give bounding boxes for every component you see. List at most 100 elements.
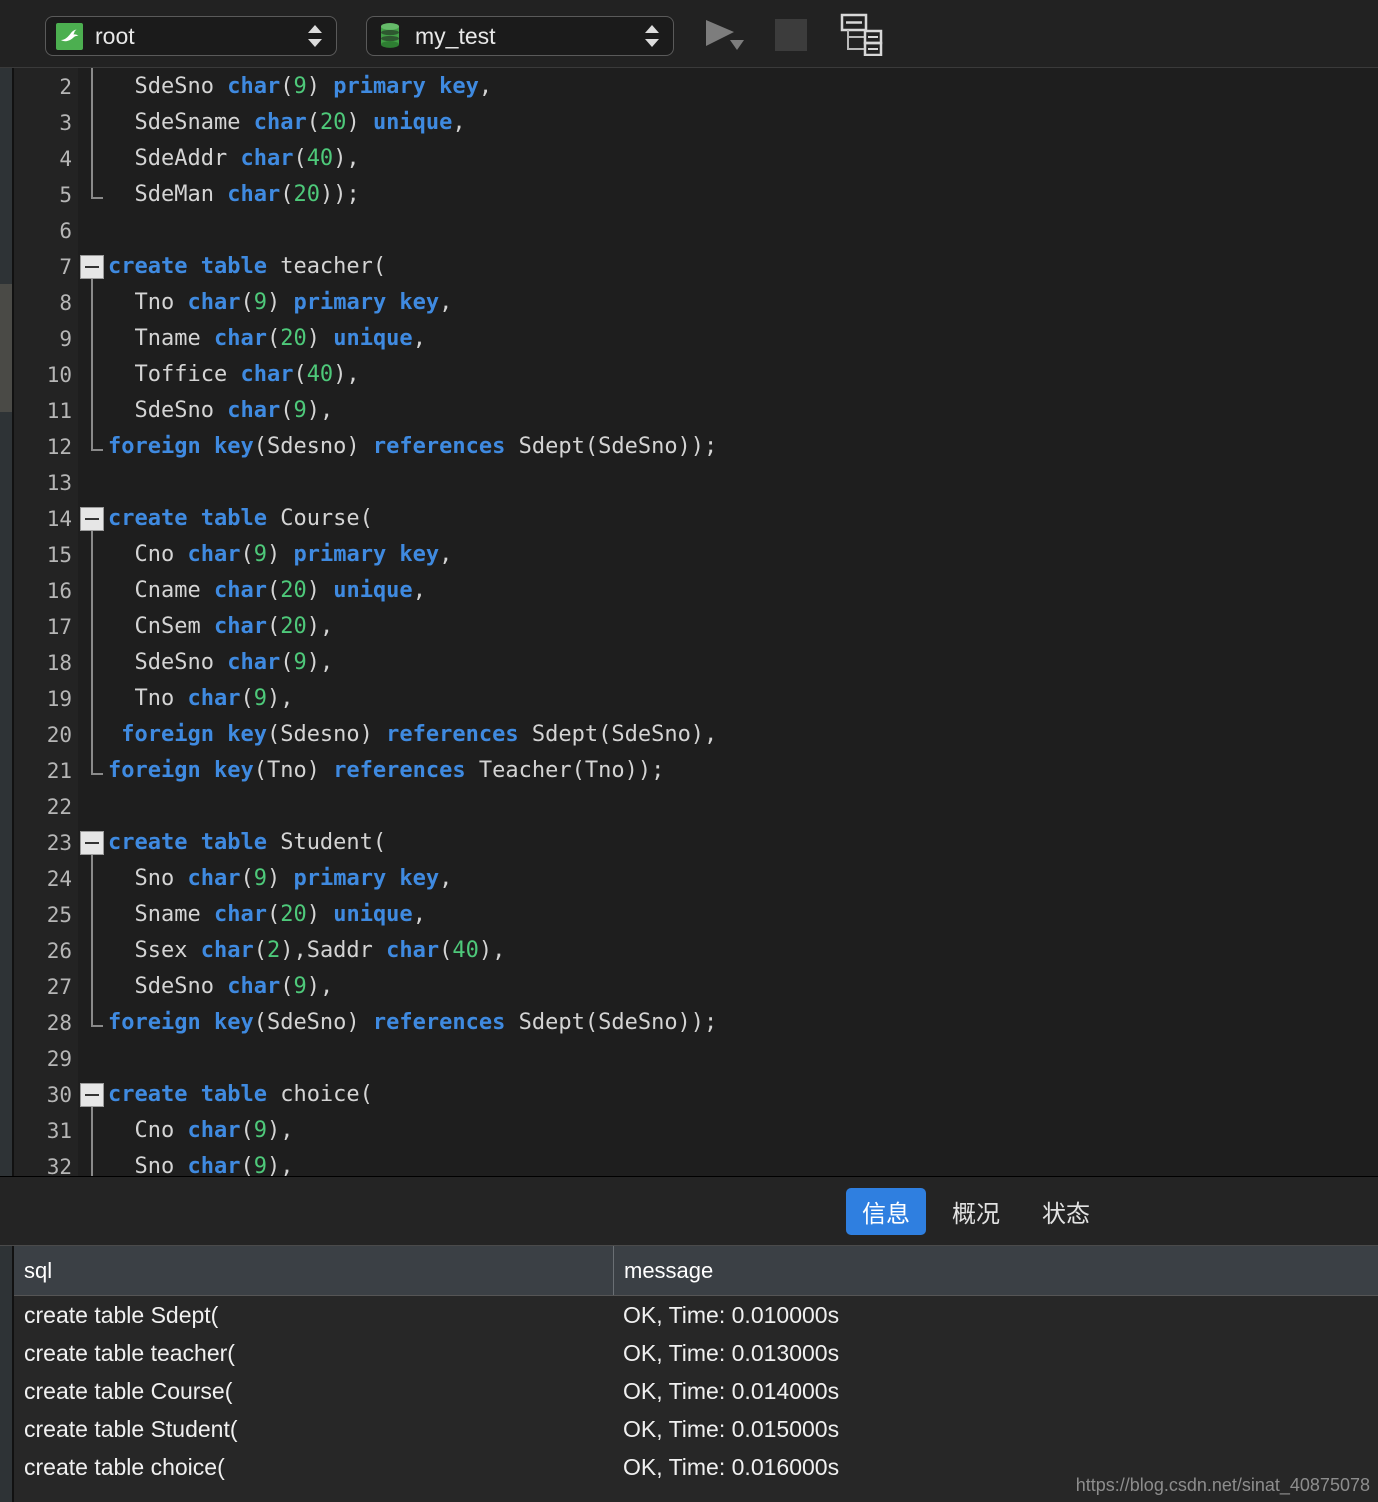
line-number: 30 bbox=[46, 1083, 72, 1107]
code-line[interactable]: Tno char(9), bbox=[108, 681, 293, 717]
editor-gutter: 2 3 4 5 6 7 8 9 10 11 12 13 14 15 16 17 18 19 20 21 22 23 24 25… bbox=[14, 68, 78, 1176]
line-number: 12 bbox=[46, 435, 72, 459]
code-line[interactable]: SdeSno char(9), bbox=[108, 393, 333, 429]
cell-message: OK, Time: 0.010000s bbox=[623, 1301, 840, 1328]
editor-vertical-scrollbar[interactable] bbox=[0, 68, 12, 1176]
code-line[interactable]: foreign key(Sdesno) references Sdept(Sde… bbox=[108, 717, 717, 753]
line-number: 6 bbox=[59, 219, 72, 243]
results-tab-1[interactable]: 概况 bbox=[936, 1188, 1016, 1235]
code-line[interactable]: create table Course( bbox=[108, 501, 373, 537]
line-number: 18 bbox=[46, 651, 72, 675]
database-select-value: my_test bbox=[415, 22, 496, 49]
table-row[interactable]: create table Course( OK, Time: 0.014000s bbox=[14, 1372, 1378, 1410]
line-number: 24 bbox=[46, 867, 72, 891]
line-number: 29 bbox=[46, 1047, 72, 1071]
sql-client-window: root my_test 2 3 4 5 6 7 8 9 10 11 12 13… bbox=[0, 0, 1378, 1502]
explain-plan-icon bbox=[840, 13, 883, 56]
code-line[interactable]: SdeAddr char(40), bbox=[108, 141, 359, 177]
cell-message: OK, Time: 0.013000s bbox=[623, 1339, 840, 1366]
chevron-updown-icon bbox=[306, 23, 324, 49]
stop-button[interactable] bbox=[773, 18, 809, 52]
cell-sql: create table Course( bbox=[24, 1377, 233, 1404]
cell-sql: create table Student( bbox=[24, 1415, 238, 1442]
line-number: 28 bbox=[46, 1011, 72, 1035]
line-number: 9 bbox=[59, 327, 72, 351]
cell-message: OK, Time: 0.014000s bbox=[623, 1377, 840, 1404]
database-select[interactable]: my_test bbox=[366, 16, 674, 56]
line-number: 20 bbox=[46, 723, 72, 747]
line-number: 7 bbox=[59, 255, 72, 279]
column-header-message[interactable]: message bbox=[613, 1246, 1378, 1295]
line-number: 10 bbox=[46, 363, 72, 387]
code-line[interactable]: create table choice( bbox=[108, 1077, 373, 1113]
cell-message: OK, Time: 0.015000s bbox=[623, 1415, 840, 1442]
code-line[interactable]: create table teacher( bbox=[108, 249, 386, 285]
chevron-updown-icon bbox=[643, 23, 661, 49]
line-number: 13 bbox=[46, 471, 72, 495]
line-number: 27 bbox=[46, 975, 72, 999]
line-number: 31 bbox=[46, 1119, 72, 1143]
code-line[interactable]: Cno char(9) primary key, bbox=[108, 537, 452, 573]
cell-sql: create table choice( bbox=[24, 1453, 225, 1480]
database-icon bbox=[377, 21, 403, 51]
code-line[interactable]: Tno char(9) primary key, bbox=[108, 285, 452, 321]
toolbar: root my_test bbox=[0, 0, 1378, 68]
code-line[interactable]: CnSem char(20), bbox=[108, 609, 333, 645]
code-line[interactable]: create table Student( bbox=[108, 825, 386, 861]
results-grid-body: create table Sdept(OK, Time: 0.010000s cr… bbox=[14, 1296, 1378, 1502]
code-line[interactable]: Tname char(20) unique, bbox=[108, 321, 425, 357]
editor-scrollbar-thumb[interactable] bbox=[0, 284, 12, 412]
cell-sql: create table teacher( bbox=[24, 1339, 235, 1366]
results-tab-2[interactable]: 状态 bbox=[1026, 1188, 1106, 1235]
line-number: 26 bbox=[46, 939, 72, 963]
explain-plan-button[interactable] bbox=[838, 12, 884, 56]
line-number: 17 bbox=[46, 615, 72, 639]
table-row[interactable]: create table Sdept( OK, Time: 0.010000s bbox=[14, 1296, 1378, 1334]
mysql-dolphin-icon bbox=[56, 22, 83, 50]
code-line[interactable]: foreign key(Sdesno) references Sdept(Sde… bbox=[108, 429, 717, 465]
watermark: https://blog.csdn.net/sinat_40875078 bbox=[1075, 1475, 1370, 1495]
line-number: 19 bbox=[46, 687, 72, 711]
code-line[interactable]: SdeSno char(9) primary key, bbox=[108, 69, 492, 105]
line-number: 3 bbox=[59, 111, 72, 135]
code-line[interactable]: Toffice char(40), bbox=[108, 357, 359, 393]
code-line[interactable]: SdeMan char(20)); bbox=[108, 177, 359, 213]
cell-sql: create table Sdept( bbox=[24, 1301, 219, 1328]
line-number: 2 bbox=[59, 75, 72, 99]
results-grid: sql message create table Sdept( OK, Time: … bbox=[0, 1245, 1378, 1502]
code-line[interactable]: Cno char(9), bbox=[108, 1113, 293, 1149]
results-tab-0[interactable]: 信息 bbox=[846, 1187, 926, 1235]
line-number: 4 bbox=[59, 147, 72, 171]
connection-select[interactable]: root bbox=[45, 16, 337, 56]
line-number: 14 bbox=[46, 507, 72, 531]
code-line[interactable]: SdeSno char(9), bbox=[108, 645, 333, 681]
run-button[interactable] bbox=[700, 16, 752, 54]
code-line[interactable]: SdeSname char(20) unique, bbox=[108, 105, 465, 141]
line-number: 23 bbox=[46, 831, 72, 855]
stop-square-icon bbox=[775, 19, 807, 51]
line-number: 22 bbox=[46, 795, 72, 819]
line-number: 5 bbox=[59, 183, 72, 207]
sql-editor[interactable]: 2 3 4 5 6 7 8 9 10 11 12 13 14 15 16 17 18 19 20 21 22 23 24 25… bbox=[0, 68, 1378, 1176]
code-line[interactable]: foreign key(SdeSno) references Sdept(Sde… bbox=[108, 1005, 717, 1041]
results-grid-header: sql message bbox=[14, 1246, 1378, 1296]
code-line[interactable]: Sno char(9), bbox=[108, 1149, 293, 1176]
code-line[interactable]: foreign key(Tno) references Teacher(Tno)… bbox=[108, 753, 664, 789]
code-line[interactable]: Sname char(20) unique, bbox=[108, 897, 425, 933]
table-row[interactable]: create table teacher( OK, Time: 0.013000s bbox=[14, 1334, 1378, 1372]
table-row[interactable]: create table Student( OK, Time: 0.015000s bbox=[14, 1410, 1378, 1448]
editor-code-area[interactable]: SdeSno char(9) primary key, SdeSname cha… bbox=[78, 68, 1378, 1176]
column-header-sql[interactable]: sql bbox=[14, 1246, 613, 1295]
results-panel: 信息 概况 状态 sql message create table Sdept( OK,… bbox=[0, 1176, 1378, 1502]
results-vertical-scrollbar[interactable] bbox=[0, 1246, 12, 1502]
line-number: 21 bbox=[46, 759, 72, 783]
code-line[interactable]: Ssex char(2),Saddr char(40), bbox=[108, 933, 505, 969]
code-line[interactable]: SdeSno char(9), bbox=[108, 969, 333, 1005]
code-line[interactable]: Sno char(9) primary key, bbox=[108, 861, 452, 897]
line-number: 32 bbox=[46, 1155, 72, 1176]
results-tabbar: 信息 概况 状态 bbox=[0, 1177, 1378, 1245]
code-line[interactable]: Cname char(20) unique, bbox=[108, 573, 425, 609]
line-number: 25 bbox=[46, 903, 72, 927]
line-number: 11 bbox=[46, 399, 72, 423]
line-number: 8 bbox=[59, 291, 72, 315]
